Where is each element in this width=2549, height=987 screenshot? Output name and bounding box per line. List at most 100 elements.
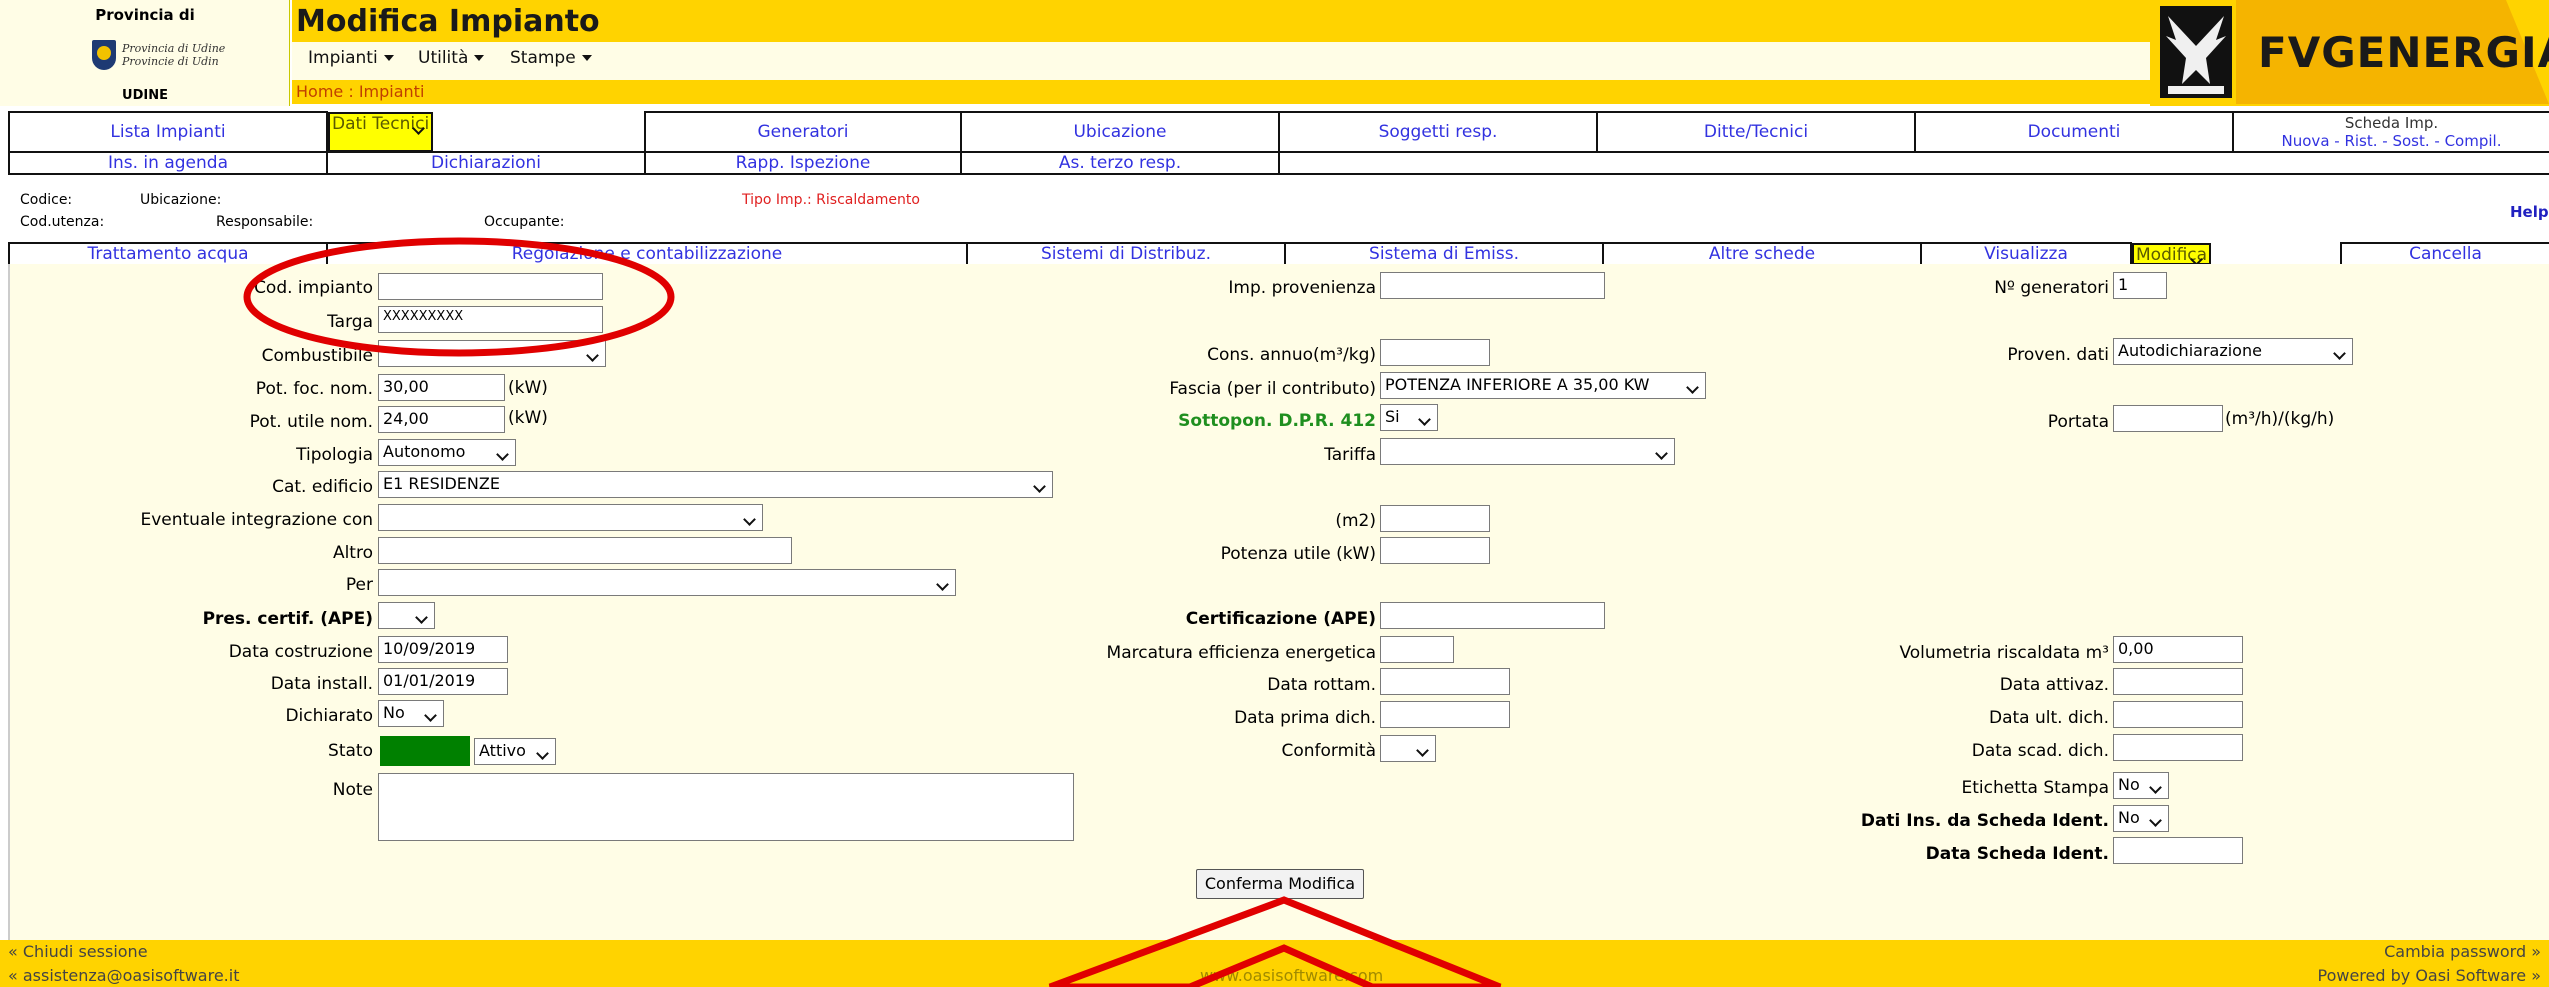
province-crest-icon bbox=[92, 40, 116, 70]
tab-regolazione[interactable]: Regolazione e contabilizzazione bbox=[326, 242, 968, 266]
pot-foc-input[interactable]: 30,00 bbox=[378, 374, 505, 401]
data-rottam-input[interactable] bbox=[1380, 668, 1510, 695]
info-codice: Codice: bbox=[20, 192, 73, 208]
tab-ins-agenda[interactable]: Ins. in agenda bbox=[8, 151, 328, 175]
tipologia-select[interactable]: Autonomo bbox=[378, 439, 516, 466]
integrazione-label: Eventuale integrazione con bbox=[140, 510, 373, 530]
support-email-link[interactable]: « assistenza@oasisoftware.it bbox=[8, 966, 239, 985]
tab-as-terzo-resp[interactable]: As. terzo resp. bbox=[960, 151, 1280, 175]
pres-certif-label: Pres. certif. (APE) bbox=[202, 609, 373, 629]
tab-soggetti-resp[interactable]: Soggetti resp. bbox=[1278, 111, 1598, 153]
note-textarea[interactable] bbox=[378, 773, 1074, 841]
cod-impianto-input[interactable] bbox=[378, 273, 603, 300]
scheda-actions[interactable]: Nuova - Rist. - Sost. - Compil. bbox=[2236, 132, 2547, 150]
data-ult-dich-input[interactable] bbox=[2113, 701, 2243, 728]
tab-empty bbox=[1278, 151, 2549, 175]
chevron-down-icon bbox=[581, 55, 592, 61]
main-tabs: Lista Impianti Dati Tecnici Generatori U… bbox=[8, 111, 2549, 175]
menu-stampe[interactable]: Stampe bbox=[510, 48, 592, 68]
potenza-utile-label: Potenza utile (kW) bbox=[1220, 544, 1376, 564]
per-select[interactable] bbox=[378, 569, 956, 596]
fascia-select[interactable]: POTENZA INFERIORE A 35,00 KW bbox=[1380, 372, 1706, 399]
fvgenergia-logo-text: FVGENERGIA bbox=[2258, 28, 2549, 77]
dichiarato-select[interactable]: No bbox=[378, 700, 444, 727]
volumetria-input[interactable]: 0,00 bbox=[2113, 636, 2243, 663]
data-prima-dich-input[interactable] bbox=[1380, 701, 1510, 728]
tab-rapp-ispezione[interactable]: Rapp. Ispezione bbox=[644, 151, 962, 175]
altro-input[interactable] bbox=[378, 537, 792, 564]
tab-altre-schede[interactable]: Altre schede bbox=[1602, 242, 1922, 266]
tab-modifica[interactable]: Modifica bbox=[2132, 243, 2212, 265]
per-label: Per bbox=[345, 575, 373, 595]
cons-annuo-input[interactable] bbox=[1380, 339, 1490, 366]
tariffa-select[interactable] bbox=[1380, 438, 1675, 465]
footer-bar-1: « Chiudi sessione Cambia password » bbox=[0, 940, 2549, 964]
pot-foc-unit: (kW) bbox=[508, 378, 548, 398]
potenza-utile-input[interactable] bbox=[1380, 537, 1490, 564]
etichetta-select[interactable]: No bbox=[2113, 772, 2169, 799]
data-scad-dich-label: Data scad. dich. bbox=[1971, 741, 2109, 761]
tab-scheda-imp[interactable]: Scheda Imp. Nuova - Rist. - Sost. - Comp… bbox=[2232, 111, 2549, 153]
tab-lista-impianti[interactable]: Lista Impianti bbox=[8, 111, 328, 153]
data-scad-dich-input[interactable] bbox=[2113, 734, 2243, 761]
tab-documenti[interactable]: Documenti bbox=[1914, 111, 2234, 153]
integrazione-select[interactable] bbox=[378, 504, 763, 531]
breadcrumb-bar bbox=[292, 80, 2172, 104]
tab-dati-tecnici[interactable]: Dati Tecnici bbox=[328, 112, 434, 152]
targa-input[interactable]: XXXXXXXXX bbox=[378, 306, 603, 333]
portata-input[interactable] bbox=[2113, 405, 2223, 432]
powered-by-link[interactable]: Powered by Oasi Software » bbox=[2318, 966, 2542, 985]
tab-sistema-emiss[interactable]: Sistema di Emiss. bbox=[1284, 242, 1604, 266]
pres-certif-select[interactable] bbox=[378, 602, 435, 629]
n-generatori-label: Nº generatori bbox=[1994, 278, 2109, 298]
breadcrumb[interactable]: Home : Impianti bbox=[296, 82, 424, 101]
site-link[interactable]: www.oasisoftware.com bbox=[1200, 966, 1383, 985]
data-attivaz-input[interactable] bbox=[2113, 668, 2243, 695]
tab-visualizza[interactable]: Visualizza bbox=[1920, 242, 2132, 266]
tab-generatori[interactable]: Generatori bbox=[644, 111, 962, 153]
altro-label: Altro bbox=[332, 543, 373, 563]
info-tipo: Tipo Imp.: Riscaldamento bbox=[742, 192, 920, 208]
page-title: Modifica Impianto bbox=[296, 4, 600, 39]
combustibile-select[interactable] bbox=[378, 340, 606, 367]
targa-label: Targa bbox=[327, 312, 373, 332]
dati-ins-label: Dati Ins. da Scheda Ident. bbox=[1860, 811, 2109, 831]
tab-dichiarazioni[interactable]: Dichiarazioni bbox=[326, 151, 646, 175]
cambia-password-link[interactable]: Cambia password » bbox=[2384, 942, 2541, 961]
imp-provenienza-input[interactable] bbox=[1380, 272, 1605, 299]
conferma-modifica-button[interactable]: Conferma Modifica bbox=[1196, 869, 1364, 899]
menu-utilita[interactable]: Utilità bbox=[418, 48, 485, 68]
stato-color-swatch bbox=[380, 736, 470, 766]
data-ult-dich-label: Data ult. dich. bbox=[1988, 708, 2109, 728]
portata-label: Portata bbox=[2047, 412, 2109, 432]
tab-cancella[interactable]: Cancella bbox=[2340, 242, 2549, 266]
proven-dati-select[interactable]: Autodichiarazione bbox=[2113, 338, 2353, 365]
tab-ubicazione[interactable]: Ubicazione bbox=[960, 111, 1280, 153]
help-link[interactable]: Help bbox=[2510, 203, 2549, 221]
tab-sistemi-distribuz[interactable]: Sistemi di Distribuz. bbox=[966, 242, 1286, 266]
sottopon-select[interactable]: Si bbox=[1380, 404, 1438, 431]
marcatura-input[interactable] bbox=[1380, 636, 1454, 663]
chevron-down-icon bbox=[474, 55, 485, 61]
dichiarato-label: Dichiarato bbox=[285, 706, 373, 726]
n-generatori-input[interactable]: 1 bbox=[2113, 272, 2167, 299]
data-costruzione-input[interactable]: 10/09/2019 bbox=[378, 636, 508, 663]
chiudi-sessione-link[interactable]: « Chiudi sessione bbox=[8, 942, 148, 961]
data-rottam-label: Data rottam. bbox=[1267, 675, 1376, 695]
sub-tabs: Trattamento acqua Regolazione e contabil… bbox=[8, 242, 2549, 266]
data-attivaz-label: Data attivaz. bbox=[1999, 675, 2109, 695]
cat-edificio-select[interactable]: E1 RESIDENZE bbox=[378, 471, 1053, 498]
province-seal-text: Provincia di Udine Provincie di Udin bbox=[122, 42, 226, 68]
conformita-select[interactable] bbox=[1380, 735, 1436, 762]
tab-ditte-tecnici[interactable]: Ditte/Tecnici bbox=[1596, 111, 1916, 153]
dati-ins-select[interactable]: No bbox=[2113, 805, 2169, 832]
m2-input[interactable] bbox=[1380, 505, 1490, 532]
note-label: Note bbox=[332, 780, 373, 800]
stato-select[interactable]: Attivo bbox=[474, 738, 556, 765]
tab-trattamento-acqua[interactable]: Trattamento acqua bbox=[8, 242, 328, 266]
data-install-input[interactable]: 01/01/2019 bbox=[378, 668, 508, 695]
data-scheda-input[interactable] bbox=[2113, 837, 2243, 864]
pot-utile-input[interactable]: 24,00 bbox=[378, 406, 505, 433]
menu-impianti[interactable]: Impianti bbox=[308, 48, 394, 68]
certificazione-input[interactable] bbox=[1380, 602, 1605, 629]
